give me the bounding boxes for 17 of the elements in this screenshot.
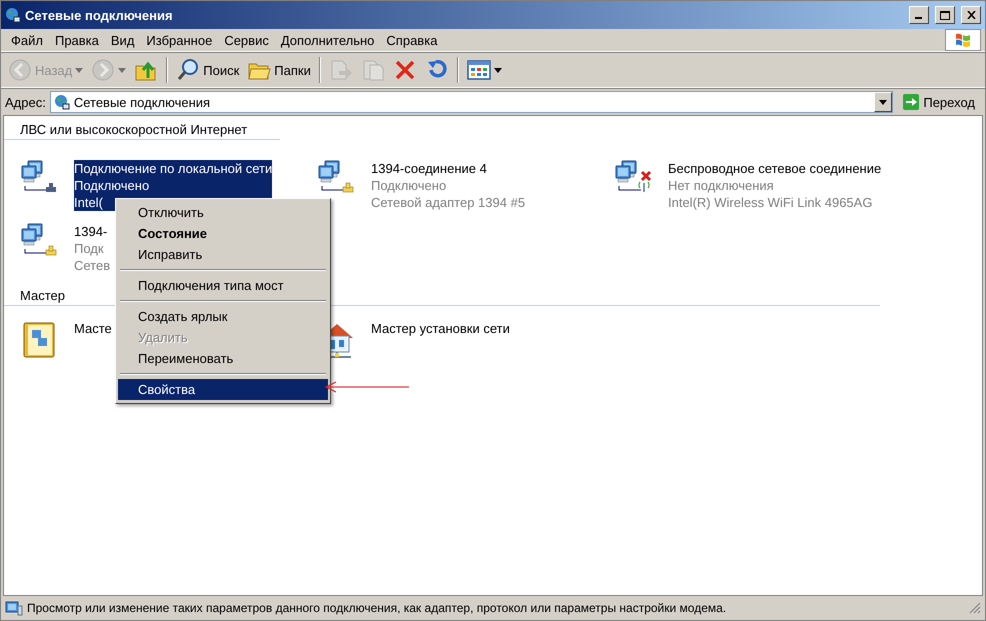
- window-title: Сетевые подключения: [25, 8, 174, 22]
- connection-name: Беспроводное сетевое соединение: [668, 160, 882, 177]
- connection-name: 1394-: [74, 223, 108, 240]
- device-name: Сетевой адаптер 1394 #5: [371, 194, 526, 211]
- connection-name: Мастер установки сети: [371, 320, 510, 337]
- connection-status: Подключено: [74, 177, 272, 194]
- status-text: Просмотр или изменение таких параметров данного подключения, как адаптер, протокол или параметры настройки модема.: [27, 601, 728, 615]
- device-name: Intel(R) Wireless WiFi Link 4965AG: [668, 194, 874, 211]
- connection-name: Масте: [74, 320, 112, 337]
- connection-status: Нет подключения: [668, 177, 775, 194]
- connection-status: Подк: [74, 240, 105, 257]
- connection-name: Подключение по локальной сети: [74, 160, 272, 177]
- connection-status: Подключено: [371, 177, 448, 194]
- device-name: Сетев: [74, 257, 110, 274]
- address-label: Адрес:: [5, 94, 46, 110]
- section-header: ЛВС или высокоскоростной Интернет: [4, 122, 280, 140]
- connection-name: 1394-соединение 4: [371, 160, 488, 177]
